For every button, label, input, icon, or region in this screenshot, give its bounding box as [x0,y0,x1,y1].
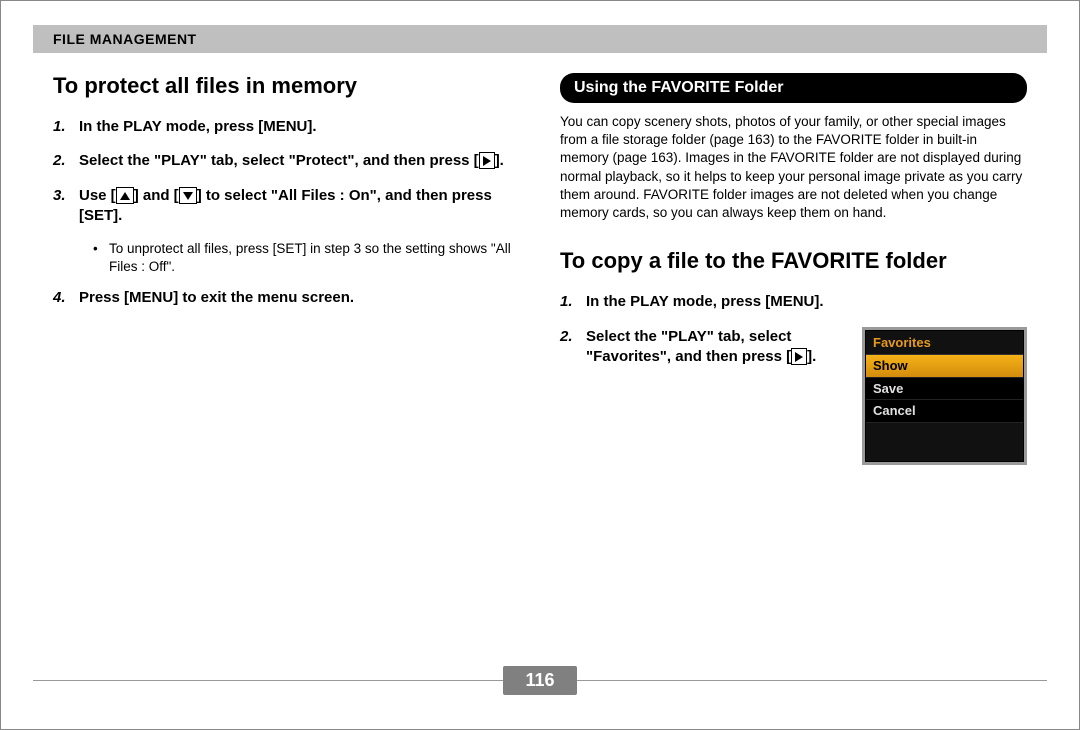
menu-option-cancel: Cancel [866,400,1023,423]
camera-menu-screenshot: Favorites Show Save Cancel [862,327,1027,465]
step-text-part: Select the "PLAY" tab, select "Favorites… [586,328,791,365]
step-text-part: ]. [807,348,816,365]
step-text: Select the "PLAY" tab, select "Protect",… [79,151,520,171]
right-steps-list: 1. In the PLAY mode, press [MENU]. 2. Se… [560,292,1027,464]
footer-line: 116 [33,666,1047,695]
left-heading: To protect all files in memory [53,73,520,99]
pill-heading: Using the FAVORITE Folder [560,73,1027,103]
left-column: To protect all files in memory 1. In the… [33,73,520,479]
page-number: 116 [503,666,576,695]
section-header-title: File Management [53,31,1027,47]
step-text: In the PLAY mode, press [MENU]. [79,117,520,137]
step-text: Select the "PLAY" tab, select "Favorites… [586,327,846,368]
step-2: 2. Select the "PLAY" tab, select "Favori… [560,327,1027,465]
step-1: 1. In the PLAY mode, press [MENU]. [53,117,520,137]
intro-paragraph: You can copy scenery shots, photos of yo… [560,113,1027,222]
bullet-text: To unprotect all files, press [SET] in s… [109,240,520,276]
step-4: 4. Press [MENU] to exit the menu screen. [53,288,520,308]
page-footer: 116 [33,666,1047,695]
step-text-part: Select the "PLAY" tab, select "Protect",… [79,152,479,169]
step-text-part: ] and [ [134,187,179,204]
step-3: 3. Use [] and [] to select "All Files : … [53,186,520,227]
step-text-part: Use [ [79,187,116,204]
step-number: 2. [53,151,71,171]
step-with-screenshot: Select the "PLAY" tab, select "Favorites… [586,327,1027,465]
section-header-bar: File Management [33,25,1047,53]
step-text: In the PLAY mode, press [MENU]. [586,292,1027,312]
step-text-part: ]. [495,152,504,169]
right-arrow-key-icon [791,348,807,365]
menu-option-save: Save [866,378,1023,401]
right-column: Using the FAVORITE Folder You can copy s… [560,73,1047,479]
step-text: Use [] and [] to select "All Files : On"… [79,186,520,227]
footer-rule-left [33,680,503,681]
step-number: 1. [53,117,71,137]
manual-page: File Management To protect all files in … [0,0,1080,730]
step-number: 3. [53,186,71,227]
step-number: 1. [560,292,578,312]
menu-padding [866,423,1023,461]
step-text: Press [MENU] to exit the menu screen. [79,288,520,308]
bullet-dot-icon: • [93,240,103,276]
footer-rule-right [577,680,1047,681]
up-arrow-key-icon [116,187,134,204]
menu-inner: Favorites Show Save Cancel [865,330,1024,462]
sub-bullet: • To unprotect all files, press [SET] in… [93,240,520,276]
right-arrow-key-icon [479,152,495,169]
left-steps-list: 1. In the PLAY mode, press [MENU]. 2. Se… [53,117,520,226]
left-steps-list-cont: 4. Press [MENU] to exit the menu screen. [53,288,520,308]
step-number: 2. [560,327,578,465]
menu-option-show: Show [866,355,1023,378]
step-number: 4. [53,288,71,308]
right-heading: To copy a file to the FAVORITE folder [560,248,1027,274]
menu-title: Favorites [866,331,1023,356]
step-2: 2. Select the "PLAY" tab, select "Protec… [53,151,520,171]
step-1: 1. In the PLAY mode, press [MENU]. [560,292,1027,312]
down-arrow-key-icon [179,187,197,204]
two-column-layout: To protect all files in memory 1. In the… [33,73,1047,479]
